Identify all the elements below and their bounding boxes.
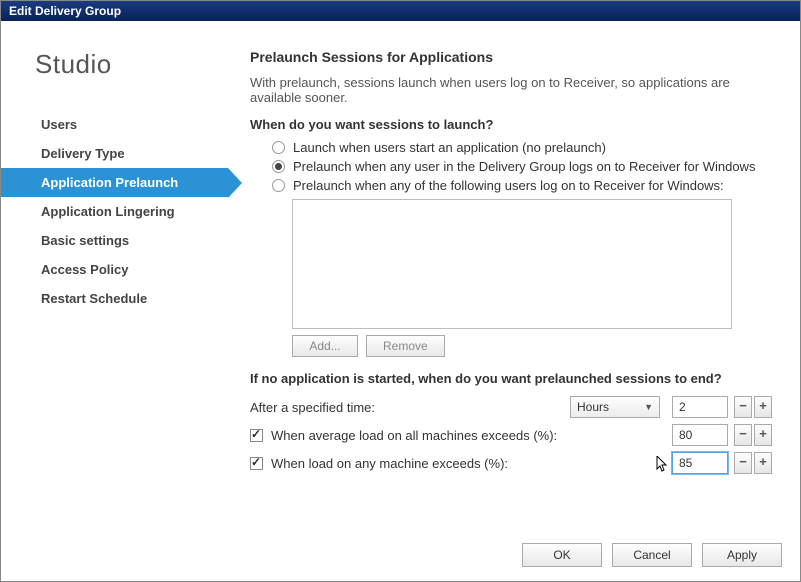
avg-load-spinner: − + <box>734 424 772 446</box>
sidebar-item-users[interactable]: Users <box>1 110 228 139</box>
end-question: If no application is started, when do yo… <box>250 371 772 386</box>
radio-label: Launch when users start an application (… <box>293 140 606 155</box>
page-title: Prelaunch Sessions for Applications <box>250 49 772 65</box>
any-load-spinner: − + <box>734 452 772 474</box>
add-user-button[interactable]: Add... <box>292 335 358 357</box>
users-listbox[interactable] <box>292 199 732 329</box>
avg-load-increment-button[interactable]: + <box>754 424 772 446</box>
apply-button[interactable]: Apply <box>702 543 782 567</box>
avg-load-checkbox[interactable] <box>250 429 263 442</box>
sidebar-item-basic-settings[interactable]: Basic settings <box>1 226 228 255</box>
main-panel: Prelaunch Sessions for Applications With… <box>228 21 800 581</box>
avg-load-decrement-button[interactable]: − <box>734 424 752 446</box>
cancel-button[interactable]: Cancel <box>612 543 692 567</box>
time-decrement-button[interactable]: − <box>734 396 752 418</box>
radio-specific-users[interactable]: Prelaunch when any of the following user… <box>272 178 772 193</box>
after-time-label: After a specified time: <box>250 400 570 415</box>
any-load-decrement-button[interactable]: − <box>734 452 752 474</box>
sidebar-item-restart-schedule[interactable]: Restart Schedule <box>1 284 228 313</box>
chevron-down-icon: ▼ <box>644 402 653 412</box>
radio-any-user[interactable]: Prelaunch when any user in the Delivery … <box>272 159 772 174</box>
dialog-content: Studio Users Delivery Type Application P… <box>1 21 800 581</box>
window-titlebar: Edit Delivery Group <box>1 1 800 21</box>
dialog-buttons: OK Cancel Apply <box>522 543 782 567</box>
sidebar-item-delivery-type[interactable]: Delivery Type <box>1 139 228 168</box>
sidebar: Studio Users Delivery Type Application P… <box>1 21 228 581</box>
page-description: With prelaunch, sessions launch when use… <box>250 75 772 105</box>
any-load-label: When load on any machine exceeds (%): <box>271 456 508 471</box>
any-load-input[interactable]: 85 <box>672 452 728 474</box>
brand-logo: Studio <box>1 49 228 110</box>
row-avg-load: When average load on all machines exceed… <box>250 424 772 446</box>
avg-load-input[interactable]: 80 <box>672 424 728 446</box>
radio-label: Prelaunch when any of the following user… <box>293 178 724 193</box>
sidebar-item-access-policy[interactable]: Access Policy <box>1 255 228 284</box>
ok-button[interactable]: OK <box>522 543 602 567</box>
window-title: Edit Delivery Group <box>9 4 121 18</box>
sidebar-item-application-lingering[interactable]: Application Lingering <box>1 197 228 226</box>
mouse-cursor-icon <box>656 456 670 474</box>
radio-label: Prelaunch when any user in the Delivery … <box>293 159 755 174</box>
radio-icon <box>272 160 285 173</box>
launch-question: When do you want sessions to launch? <box>250 117 772 132</box>
sidebar-item-application-prelaunch[interactable]: Application Prelaunch <box>1 168 228 197</box>
any-load-checkbox[interactable] <box>250 457 263 470</box>
remove-user-button[interactable]: Remove <box>366 335 445 357</box>
avg-load-label: When average load on all machines exceed… <box>271 428 557 443</box>
time-value-input[interactable]: 2 <box>672 396 728 418</box>
any-load-increment-button[interactable]: + <box>754 452 772 474</box>
radio-icon <box>272 141 285 154</box>
row-after-time: After a specified time: Hours ▼ 2 − + <box>250 396 772 418</box>
time-value-spinner: − + <box>734 396 772 418</box>
users-list-buttons: Add... Remove <box>292 335 772 357</box>
row-any-load: When load on any machine exceeds (%): 85… <box>250 452 772 474</box>
radio-no-prelaunch[interactable]: Launch when users start an application (… <box>272 140 772 155</box>
time-unit-select[interactable]: Hours ▼ <box>570 396 660 418</box>
time-increment-button[interactable]: + <box>754 396 772 418</box>
time-unit-value: Hours <box>577 400 609 414</box>
radio-icon <box>272 179 285 192</box>
